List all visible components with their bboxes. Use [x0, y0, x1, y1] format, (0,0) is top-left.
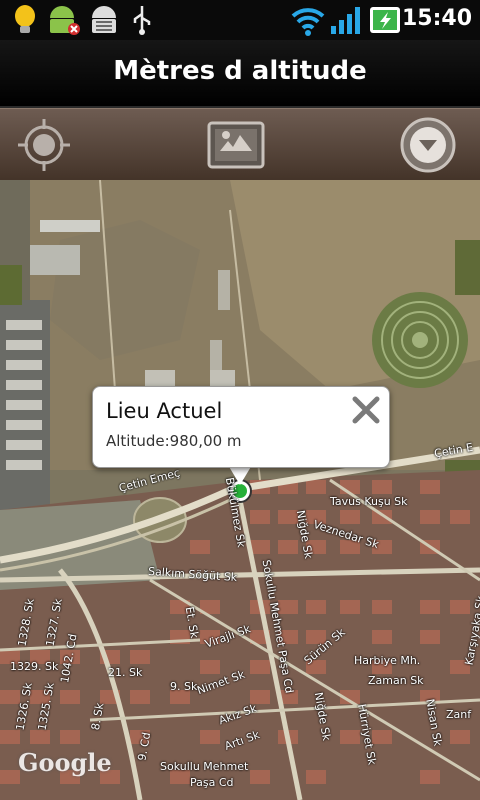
- status-bar: 15:40: [0, 0, 480, 40]
- map-label: 21. Sk: [108, 666, 143, 679]
- page-title: Mètres d altitude: [113, 56, 367, 86]
- satellite-map[interactable]: Çetin Emeç Çetin E Tavus Kuşu Sk Vezneda…: [0, 180, 480, 800]
- map-label: Harbiye Mh.: [354, 654, 421, 667]
- callout-tail: [228, 465, 252, 485]
- map-label: Sokullu Mehmet: [160, 760, 249, 773]
- my-location-button[interactable]: [14, 115, 74, 175]
- callout-altitude: Altitude:980,00 m: [106, 432, 242, 450]
- signal-icon: [331, 7, 360, 34]
- callout-close-button[interactable]: [351, 395, 381, 425]
- lightbulb-icon: [15, 5, 35, 33]
- callout-title: Lieu Actuel: [106, 399, 223, 423]
- map-toolbar: [0, 108, 480, 181]
- map-label: Tavus Kuşu Sk: [330, 495, 408, 508]
- map-label: 1329. Sk: [10, 660, 59, 673]
- map-label: Zaman Sk: [368, 674, 424, 687]
- location-callout[interactable]: Lieu Actuel Altitude:980,00 m: [92, 386, 390, 468]
- map-view-icon: [207, 121, 265, 169]
- map-label: Paşa Cd: [190, 776, 234, 789]
- title-bar: Mètres d altitude: [0, 40, 480, 108]
- android-notification-icon: [50, 6, 80, 35]
- my-location-icon: [18, 119, 70, 171]
- dropdown-menu-icon: [400, 117, 456, 173]
- close-icon: [352, 396, 380, 424]
- usb-icon: [133, 6, 151, 35]
- google-attribution: Google: [18, 748, 112, 777]
- map-label: Zanf: [446, 708, 472, 721]
- wifi-icon: [291, 8, 325, 36]
- map-label: 9. Sk: [170, 680, 198, 693]
- dropdown-menu-button[interactable]: [398, 115, 458, 175]
- status-clock: 15:40: [401, 6, 472, 31]
- battery-charging-icon: [370, 7, 400, 33]
- map-view-button[interactable]: [206, 115, 266, 175]
- android-debug-icon: [92, 6, 116, 33]
